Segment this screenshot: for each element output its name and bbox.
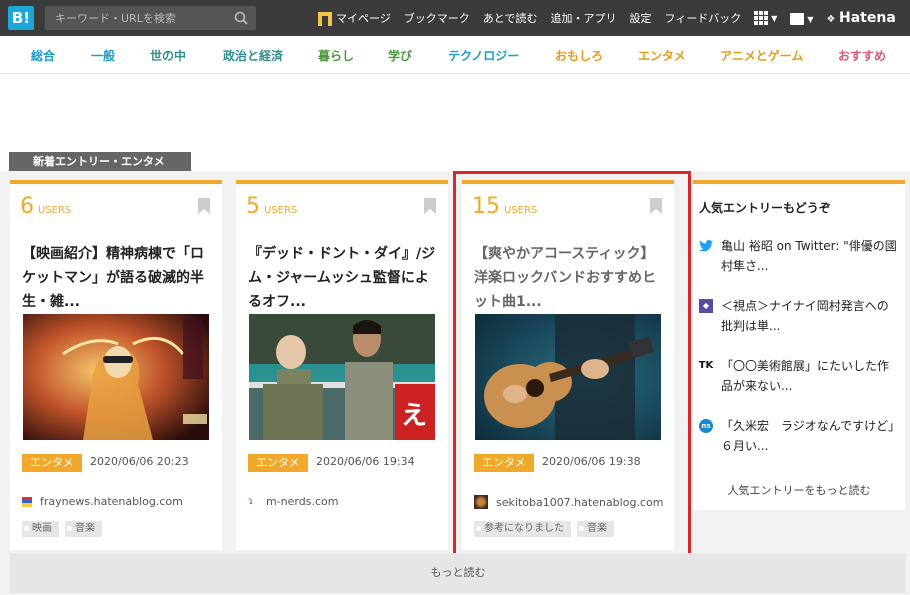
rocketman-image — [23, 314, 209, 440]
entry-site[interactable]: fraynews.hatenablog.com — [22, 495, 183, 508]
category-tab[interactable]: おもしろ — [555, 47, 603, 64]
popular-entry[interactable]: TK 「〇〇美術館展」にたいした作品が来ない... — [699, 356, 899, 396]
category-badge[interactable]: エンタメ — [22, 454, 82, 472]
grid-icon — [754, 11, 769, 25]
chat-icon — [790, 12, 805, 25]
popular-entries-sidebar: 人気エントリーもどうぞ 亀山 裕昭 on Twitter: "俳優の國村隼さ..… — [693, 180, 905, 510]
nav-mypage[interactable]: マイページ — [318, 10, 391, 26]
ns-icon: ns — [699, 419, 713, 433]
nav-add-app[interactable]: 追加・アプリ — [550, 10, 616, 26]
tk-icon: TK — [698, 360, 714, 371]
bookmark-icon[interactable] — [198, 198, 210, 214]
users-label: USERS — [264, 205, 298, 216]
notifications-menu[interactable]: ▼ — [790, 12, 814, 25]
site-domain: m-nerds.com — [266, 495, 339, 508]
search-icon[interactable] — [234, 11, 248, 25]
site-favicon-icon — [22, 496, 32, 507]
popular-entry-title: 「久米宏 ラジオなんですけど」６月い... — [721, 419, 895, 453]
category-tab[interactable]: テクノロジー — [448, 47, 519, 64]
users-count[interactable]: 5 USERS — [246, 194, 297, 219]
hatena-brand-label: Hatena — [839, 10, 896, 26]
sidebar-title: 人気エントリーもどうぞ — [699, 201, 831, 215]
entry-tags: 映画 音楽 — [22, 521, 108, 537]
tag[interactable]: 音楽 — [65, 521, 102, 537]
section-label: 新着エントリー・エンタメ — [9, 152, 191, 171]
category-badge[interactable]: エンタメ — [248, 454, 308, 472]
popular-more-link[interactable]: 人気エントリーをもっと読む — [693, 482, 905, 498]
nav-mypage-label: マイページ — [336, 12, 391, 25]
popular-entry-title: ＜視点＞ナイナイ岡村発言への批判は単... — [721, 299, 889, 333]
users-number: 6 — [20, 194, 34, 219]
entry-card[interactable]: 5 USERS 『デッド・ドント・ダイ』/ジム・ジャームッシュ監督によるオフ...… — [236, 180, 448, 550]
caret-down-icon: ▼ — [771, 14, 778, 23]
highlight-frame — [453, 171, 691, 557]
category-bar: 総合 一般 世の中 政治と経済 暮らし 学び テクノロジー おもしろ エンタメ … — [0, 36, 910, 74]
search-box — [45, 6, 256, 30]
apps-menu[interactable]: ▼ — [754, 11, 777, 25]
caret-down-icon: ▼ — [807, 14, 814, 24]
hatena-brand[interactable]: ❖ Hatena — [827, 10, 896, 26]
entry-thumbnail[interactable]: え — [249, 314, 435, 440]
entry-thumbnail[interactable] — [23, 314, 209, 440]
mypage-icon — [318, 12, 332, 26]
category-tab[interactable]: おすすめ — [838, 47, 886, 64]
bookmark-icon[interactable] — [424, 198, 436, 214]
site-domain: fraynews.hatenablog.com — [40, 495, 183, 508]
top-bar: B! マイページ ブックマーク あとで読む 追加・アプリ 設定 フィードバック … — [0, 0, 910, 36]
shiten-icon: ◆ — [699, 299, 713, 313]
entry-site[interactable]: ɿ m-nerds.com — [248, 495, 338, 508]
popular-entry-title: 「〇〇美術館展」にたいした作品が来ない... — [721, 359, 890, 393]
site-favicon-icon: ɿ — [248, 495, 254, 507]
dead-dont-die-image: え — [249, 314, 435, 440]
category-tab[interactable]: 一般 — [91, 47, 115, 64]
popular-entry[interactable]: ◆ ＜視点＞ナイナイ岡村発言への批判は単... — [699, 296, 899, 336]
top-nav: マイページ ブックマーク あとで読む 追加・アプリ 設定 フィードバック ▼ ▼… — [318, 0, 909, 36]
load-more-button[interactable]: もっと読む — [10, 553, 906, 593]
entry-date: 2020/06/06 20:23 — [90, 455, 189, 468]
popular-entry[interactable]: 亀山 裕昭 on Twitter: "俳優の國村隼さ... — [699, 236, 899, 276]
tag[interactable]: 映画 — [22, 521, 59, 537]
twitter-icon — [699, 239, 713, 253]
nav-feedback[interactable]: フィードバック — [664, 10, 741, 26]
users-count[interactable]: 6 USERS — [20, 194, 71, 219]
svg-text:え: え — [401, 401, 427, 431]
search-input[interactable] — [45, 6, 225, 30]
category-tab[interactable]: 政治と経済 — [223, 47, 283, 64]
entry-title[interactable]: 『デッド・ドント・ダイ』/ジム・ジャームッシュ監督によるオフ... — [248, 242, 440, 314]
popular-entry[interactable]: ns 「久米宏 ラジオなんですけど」６月い... — [699, 416, 899, 456]
hatena-bookmark-logo[interactable]: B! — [8, 6, 34, 30]
category-tab[interactable]: 世の中 — [150, 47, 186, 64]
entry-date: 2020/06/06 19:34 — [316, 455, 415, 468]
category-tab[interactable]: エンタメ — [638, 47, 686, 64]
users-number: 5 — [246, 194, 260, 219]
category-tab[interactable]: 暮らし — [318, 47, 354, 64]
entry-card[interactable]: 6 USERS 【映画紹介】精神病棟で「ロケットマン」が語る破滅的半生・雑... … — [10, 180, 222, 550]
entry-title[interactable]: 【映画紹介】精神病棟で「ロケットマン」が語る破滅的半生・雑... — [22, 242, 214, 314]
users-label: USERS — [38, 205, 72, 216]
popular-entry-title: 亀山 裕昭 on Twitter: "俳優の國村隼さ... — [721, 239, 897, 273]
category-tab[interactable]: 学び — [388, 47, 412, 64]
category-tab[interactable]: 総合 — [31, 47, 55, 64]
category-tab[interactable]: アニメとゲーム — [720, 47, 803, 64]
hatena-mark-icon: ❖ — [826, 14, 839, 25]
nav-settings[interactable]: 設定 — [629, 10, 651, 26]
nav-read-later[interactable]: あとで読む — [483, 10, 538, 26]
nav-bookmark[interactable]: ブックマーク — [404, 10, 470, 26]
